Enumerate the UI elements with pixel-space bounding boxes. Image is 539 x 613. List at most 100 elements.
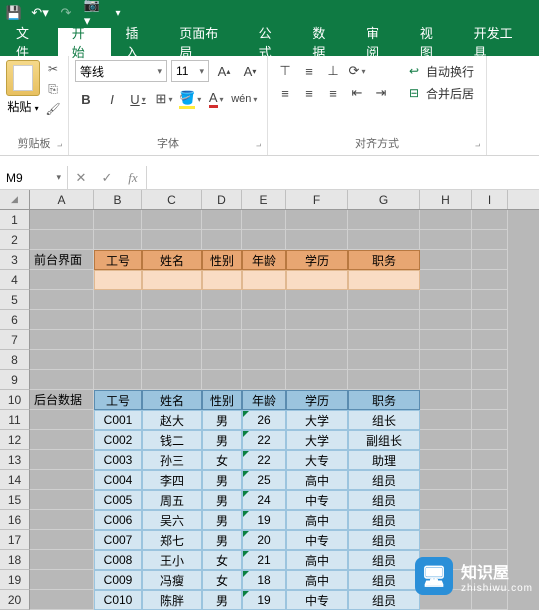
cell[interactable]: C007: [94, 530, 142, 550]
increase-font-icon[interactable]: A▴: [213, 60, 235, 82]
cell[interactable]: 22: [242, 450, 286, 470]
cell[interactable]: 25: [242, 470, 286, 490]
cell[interactable]: 周五: [142, 490, 202, 510]
cell[interactable]: 钱二: [142, 430, 202, 450]
cell[interactable]: 组员: [348, 490, 420, 510]
cell[interactable]: [142, 230, 202, 250]
qat-more-icon[interactable]: ▾: [110, 5, 126, 21]
cell[interactable]: [30, 550, 94, 570]
cell[interactable]: [94, 370, 142, 390]
cell[interactable]: 中专: [286, 530, 348, 550]
cell[interactable]: [472, 230, 508, 250]
cell[interactable]: [30, 350, 94, 370]
cell[interactable]: 男: [202, 430, 242, 450]
tab-home[interactable]: 开始: [58, 28, 112, 56]
cell[interactable]: [348, 310, 420, 330]
cell[interactable]: [202, 210, 242, 230]
row-header[interactable]: 17: [0, 530, 30, 550]
cell[interactable]: [242, 330, 286, 350]
fill-color-button[interactable]: 🪣: [179, 88, 201, 110]
cell[interactable]: [472, 490, 508, 510]
cell[interactable]: [420, 450, 472, 470]
cell[interactable]: [472, 330, 508, 350]
cell[interactable]: [142, 350, 202, 370]
cell[interactable]: [348, 330, 420, 350]
cell[interactable]: [420, 530, 472, 550]
cell[interactable]: [472, 310, 508, 330]
row-header[interactable]: 18: [0, 550, 30, 570]
cell[interactable]: [420, 290, 472, 310]
col-header[interactable]: D: [202, 190, 242, 209]
cell[interactable]: 组员: [348, 470, 420, 490]
cell[interactable]: [30, 470, 94, 490]
cell[interactable]: [242, 270, 286, 290]
italic-button[interactable]: I: [101, 88, 123, 110]
cell[interactable]: 男: [202, 470, 242, 490]
cell[interactable]: 高中: [286, 470, 348, 490]
cell[interactable]: 年龄: [242, 250, 286, 270]
cell[interactable]: [286, 230, 348, 250]
border-button[interactable]: ⊞: [153, 88, 175, 110]
cell[interactable]: [472, 470, 508, 490]
row-header[interactable]: 1: [0, 210, 30, 230]
cell[interactable]: [94, 330, 142, 350]
cell[interactable]: [242, 230, 286, 250]
bold-button[interactable]: B: [75, 88, 97, 110]
cell[interactable]: 高中: [286, 510, 348, 530]
cell[interactable]: 男: [202, 590, 242, 610]
cell[interactable]: 19: [242, 510, 286, 530]
cell[interactable]: 孙三: [142, 450, 202, 470]
col-header[interactable]: G: [348, 190, 420, 209]
align-top-icon[interactable]: ⊤: [274, 60, 296, 82]
cell[interactable]: [30, 230, 94, 250]
align-right-icon[interactable]: ≡: [322, 82, 344, 104]
tab-insert[interactable]: 插入: [111, 28, 165, 56]
cell[interactable]: 姓名: [142, 250, 202, 270]
cell[interactable]: 高中: [286, 550, 348, 570]
undo-icon[interactable]: ↶▾: [32, 5, 48, 21]
cell[interactable]: C002: [94, 430, 142, 450]
cell[interactable]: [472, 390, 508, 410]
redo-icon[interactable]: ↷: [58, 5, 74, 21]
cell[interactable]: [202, 230, 242, 250]
cell[interactable]: 助理: [348, 450, 420, 470]
cell[interactable]: [94, 210, 142, 230]
cell[interactable]: [30, 270, 94, 290]
cell[interactable]: 冯瘦: [142, 570, 202, 590]
col-header[interactable]: I: [472, 190, 508, 209]
cell[interactable]: C004: [94, 470, 142, 490]
tab-review[interactable]: 审阅: [352, 28, 406, 56]
cell[interactable]: [142, 330, 202, 350]
cell[interactable]: 组长: [348, 410, 420, 430]
cell[interactable]: [348, 350, 420, 370]
tab-formulas[interactable]: 公式: [245, 28, 299, 56]
merge-center-button[interactable]: ⊟合并后居: [400, 82, 480, 104]
save-icon[interactable]: 💾: [6, 5, 22, 21]
cell[interactable]: 大学: [286, 430, 348, 450]
row-header[interactable]: 16: [0, 510, 30, 530]
cell[interactable]: 大学: [286, 410, 348, 430]
cell[interactable]: [30, 370, 94, 390]
cell[interactable]: [472, 250, 508, 270]
cell[interactable]: [30, 570, 94, 590]
cell[interactable]: 男: [202, 530, 242, 550]
cell[interactable]: 组员: [348, 510, 420, 530]
cell[interactable]: 18: [242, 570, 286, 590]
cell[interactable]: C006: [94, 510, 142, 530]
cell[interactable]: C005: [94, 490, 142, 510]
cell[interactable]: 22: [242, 430, 286, 450]
cell[interactable]: C010: [94, 590, 142, 610]
cell[interactable]: [348, 210, 420, 230]
cell[interactable]: [202, 290, 242, 310]
cell[interactable]: [30, 290, 94, 310]
col-header[interactable]: A: [30, 190, 94, 209]
cell[interactable]: 19: [242, 590, 286, 610]
phonetic-button[interactable]: wén: [231, 88, 257, 110]
font-color-button[interactable]: A: [205, 88, 227, 110]
cell[interactable]: [472, 270, 508, 290]
cell[interactable]: [94, 350, 142, 370]
row-header[interactable]: 9: [0, 370, 30, 390]
cell[interactable]: C008: [94, 550, 142, 570]
row-header[interactable]: 14: [0, 470, 30, 490]
cell[interactable]: [420, 210, 472, 230]
